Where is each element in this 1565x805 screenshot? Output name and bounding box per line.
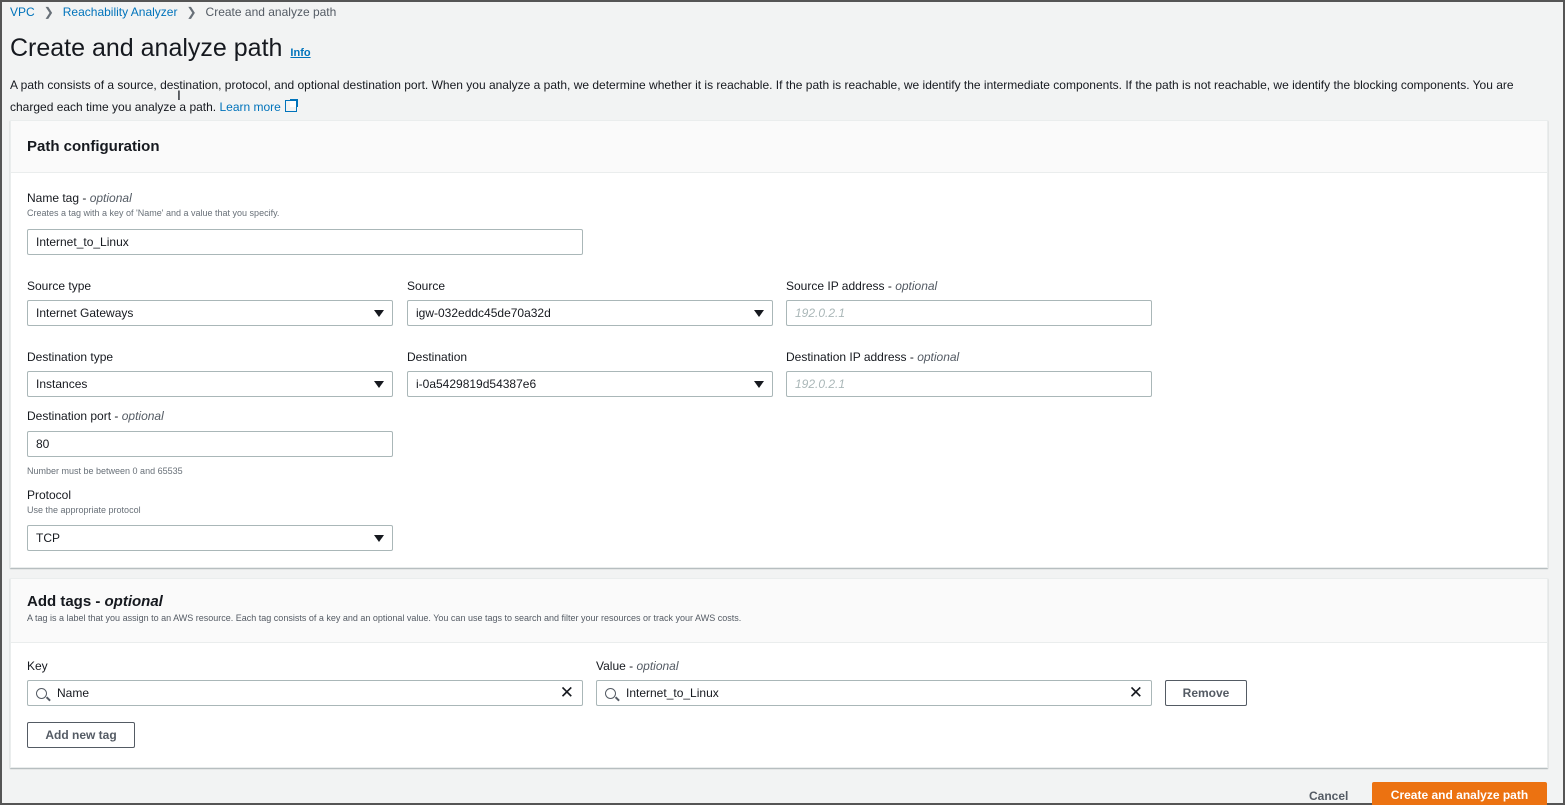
source-ip-label: Source IP address - optional (786, 279, 938, 293)
destination-value: i-0a5429819d54387e6 (416, 377, 537, 391)
tag-value-value: Internet_to_Linux (626, 686, 719, 700)
source-ip-optional: optional (895, 279, 938, 293)
tag-value-optional: optional (636, 659, 679, 673)
breadcrumb-current: Create and analyze path (205, 5, 337, 19)
protocol-label: Protocol (27, 488, 72, 502)
name-tag-hint: Creates a tag with a key of 'Name' and a… (27, 208, 280, 218)
source-type-select[interactable]: Internet Gateways (27, 300, 393, 326)
breadcrumb: VPC ❯ Reachability Analyzer ❯ Create and… (10, 5, 336, 19)
chevron-right-icon: ❯ (186, 5, 197, 19)
destination-label: Destination (407, 350, 468, 364)
tag-key-input[interactable]: Name ✕ (27, 680, 583, 706)
search-icon (605, 687, 616, 699)
source-label: Source (407, 279, 446, 293)
breadcrumb-vpc[interactable]: VPC (10, 5, 35, 19)
protocol-value: TCP (36, 531, 60, 545)
caret-down-icon (374, 535, 384, 542)
add-tags-title-text: Add tags (27, 593, 92, 610)
path-configuration-panel: Path configuration Name tag - optional C… (10, 120, 1548, 568)
destination-ip-optional: optional (917, 350, 960, 364)
source-select[interactable]: igw-032eddc45de70a32d (407, 300, 773, 326)
destination-ip-input[interactable]: 192.0.2.1 (786, 371, 1152, 397)
add-tags-panel: Add tags - optional A tag is a label tha… (10, 578, 1548, 768)
page-title: Create and analyze path Info (10, 34, 311, 63)
destination-type-select[interactable]: Instances (27, 371, 393, 397)
breadcrumb-reachability-analyzer[interactable]: Reachability Analyzer (63, 5, 178, 19)
source-type-value: Internet Gateways (36, 306, 134, 320)
chevron-right-icon: ❯ (43, 5, 54, 19)
caret-down-icon (374, 310, 384, 317)
destination-select[interactable]: i-0a5429819d54387e6 (407, 371, 773, 397)
text-cursor-icon: I (177, 87, 181, 103)
caret-down-icon (374, 381, 384, 388)
destination-port-label: Destination port - optional (27, 409, 164, 423)
name-tag-label: Name tag - optional (27, 191, 132, 205)
name-tag-input[interactable]: Internet_to_Linux (27, 229, 583, 255)
external-link-icon (284, 99, 298, 112)
destination-port-hint: Number must be between 0 and 65535 (27, 466, 183, 476)
tag-key-value: Name (57, 686, 90, 700)
protocol-field: Protocol Use the appropriate protocol (27, 488, 141, 515)
page-description: A path consists of a source, destination… (10, 74, 1555, 118)
clear-icon[interactable]: ✕ (560, 684, 574, 701)
source-value: igw-032eddc45de70a32d (416, 306, 551, 320)
destination-port-input[interactable]: 80 (27, 431, 393, 457)
destination-ip-label-text: Destination IP address (786, 350, 907, 364)
create-and-analyze-path-button[interactable]: Create and analyze path (1372, 782, 1547, 805)
remove-tag-button[interactable]: Remove (1165, 680, 1247, 706)
name-tag-label-text: Name tag (27, 191, 80, 205)
name-tag-field: Name tag - optional Creates a tag with a… (27, 191, 279, 218)
caret-down-icon (754, 381, 764, 388)
source-type-label: Source type (27, 279, 92, 293)
tag-value-label-text: Value (596, 659, 626, 673)
source-ip-input[interactable]: 192.0.2.1 (786, 300, 1152, 326)
cancel-button[interactable]: Cancel (1309, 789, 1348, 803)
protocol-hint: Use the appropriate protocol (27, 505, 141, 515)
search-icon (36, 687, 47, 699)
tag-value-label: Value - optional (596, 659, 679, 673)
add-tags-title: Add tags - optional (27, 593, 163, 610)
path-configuration-title: Path configuration (27, 138, 160, 155)
add-tags-header: Add tags - optional A tag is a label tha… (11, 579, 1547, 643)
page-title-text: Create and analyze path (10, 34, 283, 62)
learn-more-label: Learn more (219, 100, 281, 114)
add-tags-description: A tag is a label that you assign to an A… (27, 613, 742, 623)
add-new-tag-button[interactable]: Add new tag (27, 722, 135, 748)
learn-more-link[interactable]: Learn more (219, 99, 298, 114)
protocol-select[interactable]: TCP (27, 525, 393, 551)
destination-type-label: Destination type (27, 350, 114, 364)
caret-down-icon (754, 310, 764, 317)
destination-port-label-text: Destination port (27, 409, 112, 423)
destination-ip-label: Destination IP address - optional (786, 350, 960, 364)
clear-icon[interactable]: ✕ (1129, 684, 1143, 701)
destination-type-value: Instances (36, 377, 88, 391)
info-link[interactable]: Info (290, 47, 310, 59)
name-tag-optional: optional (89, 191, 132, 205)
source-ip-label-text: Source IP address (786, 279, 885, 293)
path-configuration-header: Path configuration (11, 121, 1547, 173)
tag-value-input[interactable]: Internet_to_Linux ✕ (596, 680, 1152, 706)
destination-port-optional: optional (121, 409, 164, 423)
add-tags-optional: optional (104, 593, 163, 610)
tag-key-label: Key (27, 659, 48, 673)
